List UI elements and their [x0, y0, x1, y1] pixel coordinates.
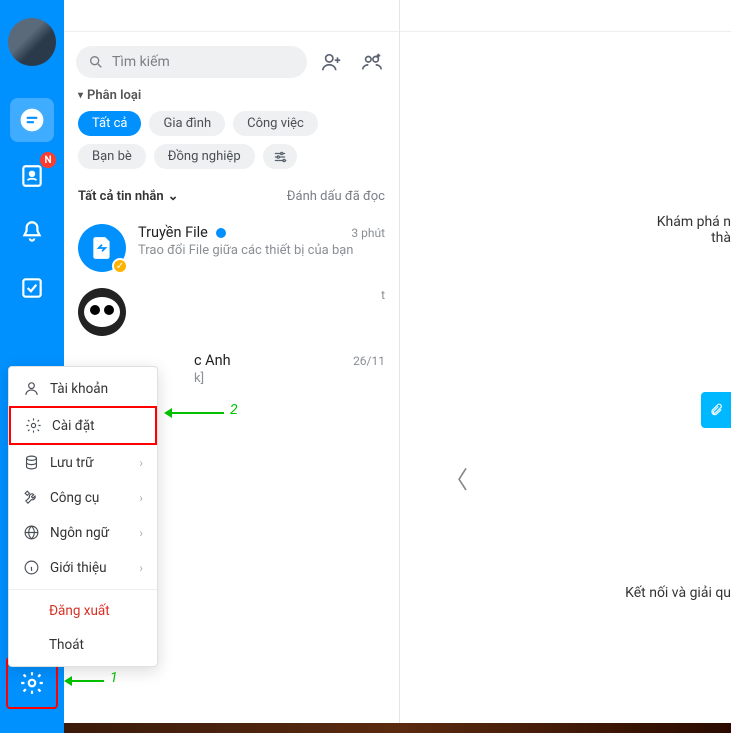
user-icon: [23, 380, 40, 397]
conversation-subtitle: k]: [194, 371, 385, 386]
messages-tab[interactable]: [10, 98, 54, 142]
menu-settings[interactable]: Cài đặt: [9, 406, 157, 445]
chevron-right-icon: ›: [139, 491, 143, 505]
menu-account[interactable]: Tài khoản: [9, 371, 157, 406]
avatar-image: [84, 297, 120, 327]
unread-dot-icon: [216, 228, 226, 238]
menu-label: Thoát: [49, 637, 84, 653]
menu-language[interactable]: Ngôn ngữ ›: [9, 515, 157, 550]
conversation-title: c Anh: [194, 352, 231, 369]
database-icon: [23, 454, 40, 471]
notifications-tab[interactable]: [10, 210, 54, 254]
verified-badge-icon: ✓: [112, 258, 128, 274]
chevron-down-icon: ▾: [78, 90, 83, 101]
chevron-right-icon: ›: [139, 526, 143, 540]
user-avatar[interactable]: [8, 18, 56, 66]
gear-icon: [19, 670, 45, 696]
welcome-text: Khám phá n thà: [657, 214, 731, 246]
mark-read-button[interactable]: Đánh dấu đã đọc: [287, 189, 385, 204]
contacts-tab[interactable]: N: [10, 154, 54, 198]
welcome-subtext: Kết nối và giải qu: [625, 585, 731, 601]
gear-icon: [25, 417, 42, 434]
search-row: Tìm kiếm: [64, 32, 399, 88]
menu-label: Công cụ: [50, 490, 99, 506]
conversation-time: 26/11: [353, 354, 385, 368]
tools-icon: [23, 489, 40, 506]
settings-menu: Tài khoản Cài đặt Lưu trữ › Công cụ › Ng…: [8, 366, 158, 667]
menu-divider: [9, 589, 157, 590]
info-icon: [23, 559, 40, 576]
conversation-title: Truyền File: [138, 224, 226, 241]
conversation-time: t: [381, 288, 385, 302]
sliders-icon: [273, 150, 287, 164]
group-plus-icon: [361, 51, 383, 73]
category-section: ▾ Phân loại Tất cả Gia đình Công việc Bạ…: [64, 88, 399, 177]
conversation-time: 3 phút: [351, 226, 385, 240]
search-placeholder: Tìm kiếm: [112, 54, 170, 70]
menu-label: Giới thiệu: [50, 560, 107, 576]
globe-icon: [23, 524, 40, 541]
chat-icon: [19, 107, 45, 133]
contacts-icon: [19, 163, 45, 189]
create-group-button[interactable]: [357, 47, 387, 77]
user-plus-icon: [321, 51, 343, 73]
menu-label: Ngôn ngữ: [50, 525, 109, 541]
conversation-item[interactable]: ✓ Truyền File 3 phút Trao đổi File giữa …: [64, 216, 399, 280]
category-header-label: Phân loại: [87, 88, 141, 103]
todo-tab[interactable]: [10, 266, 54, 310]
chip-all[interactable]: Tất cả: [78, 111, 141, 136]
file-transfer-icon: [89, 235, 115, 261]
all-messages-dropdown[interactable]: Tất cả tin nhắn ⌄: [78, 189, 179, 204]
chip-colleagues[interactable]: Đồng nghiệp: [154, 144, 255, 169]
menu-label: Tài khoản: [50, 381, 108, 397]
chevron-right-icon: ›: [139, 561, 143, 575]
bottom-edge: [64, 723, 731, 733]
main-content: Khám phá n thà 〈 Kết nối và giải qu: [400, 0, 731, 733]
check-square-icon: [19, 275, 45, 301]
menu-label: Cài đặt: [52, 418, 95, 434]
conversation-item[interactable]: t: [64, 280, 399, 344]
titlebar-blank: [64, 0, 399, 32]
chip-settings[interactable]: [263, 144, 297, 169]
search-input[interactable]: Tìm kiếm: [76, 46, 307, 78]
menu-label: Lưu trữ: [50, 455, 93, 471]
menu-logout[interactable]: Đăng xuất: [9, 594, 157, 628]
menu-storage[interactable]: Lưu trữ ›: [9, 445, 157, 480]
search-icon: [88, 54, 104, 70]
chip-family[interactable]: Gia đình: [149, 111, 225, 136]
chevron-right-icon: ›: [139, 456, 143, 470]
menu-label: Đăng xuất: [49, 603, 110, 619]
all-messages-label: Tất cả tin nhắn: [78, 189, 164, 204]
add-friend-button[interactable]: [317, 47, 347, 77]
contacts-badge: N: [40, 152, 56, 168]
chip-work[interactable]: Công việc: [233, 111, 318, 136]
chevron-left-icon: 〈: [444, 466, 468, 494]
message-filter-header: Tất cả tin nhắn ⌄ Đánh dấu đã đọc: [64, 177, 399, 216]
conversation-avatar: ✓: [78, 224, 126, 272]
menu-about[interactable]: Giới thiệu ›: [9, 550, 157, 585]
carousel-prev-button[interactable]: 〈: [444, 460, 468, 495]
chevron-down-icon: ⌄: [168, 189, 179, 204]
conversation-subtitle: Trao đổi File giữa các thiết bị của bạn: [138, 243, 385, 258]
paperclip-icon: [709, 403, 723, 417]
menu-tools[interactable]: Công cụ ›: [9, 480, 157, 515]
chip-friends[interactable]: Bạn bè: [78, 144, 146, 169]
titlebar-blank: [400, 0, 731, 32]
bell-icon: [19, 219, 45, 245]
settings-button[interactable]: [10, 661, 54, 705]
category-header[interactable]: ▾ Phân loại: [78, 88, 385, 103]
menu-exit[interactable]: Thoát: [9, 628, 157, 662]
conversation-avatar: [78, 288, 126, 336]
attachment-button[interactable]: [701, 392, 731, 428]
